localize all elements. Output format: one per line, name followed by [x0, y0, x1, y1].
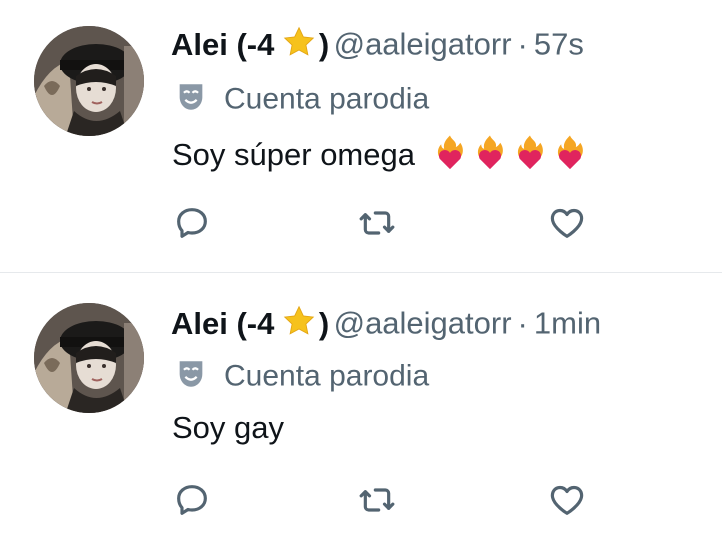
retweet-icon[interactable]	[357, 488, 397, 524]
user-handle[interactable]: @aaleigatorr	[334, 306, 512, 341]
separator: ·	[517, 26, 528, 62]
reply-icon[interactable]	[172, 485, 212, 524]
emoji-group	[432, 134, 592, 180]
tweet-header: Alei (-4 ) @aaleigatorr · 57s	[171, 24, 584, 68]
account-label: Cuenta parodia	[224, 82, 430, 116]
like-button[interactable]	[547, 203, 587, 243]
display-name[interactable]: Alei (-4	[171, 306, 274, 342]
timestamp[interactable]: 1min	[534, 306, 601, 341]
display-name[interactable]: Alei (-4	[171, 27, 274, 63]
reply-button[interactable]	[172, 203, 212, 243]
heart-on-fire-icon	[552, 134, 588, 180]
tweet-feed: Alei (-4 ) @aaleigatorr · 57s Cuenta parod…	[0, 0, 722, 550]
parody-label: Cuenta parodia	[174, 80, 429, 116]
reply-icon[interactable]	[172, 208, 212, 247]
like-button[interactable]	[547, 480, 587, 520]
tweet-header: Alei (-4 ) @aaleigatorr · 1min	[171, 303, 601, 347]
tweet[interactable]: Alei (-4 ) @aaleigatorr · 1min Cuenta paro…	[0, 273, 722, 550]
retweet-button[interactable]	[357, 480, 397, 520]
tweet-body: Soy gay	[172, 410, 285, 445]
parody-label: Cuenta parodia	[174, 357, 429, 393]
avatar[interactable]	[34, 303, 144, 413]
star-emoji-icon	[281, 303, 317, 344]
star-emoji-icon	[281, 24, 317, 65]
heart-icon[interactable]	[547, 208, 587, 247]
retweet-button[interactable]	[357, 203, 397, 243]
user-handle[interactable]: @aaleigatorr	[334, 27, 512, 62]
heart-icon[interactable]	[547, 485, 587, 524]
tweet-actions	[172, 480, 592, 520]
heart-on-fire-icon	[512, 134, 548, 180]
avatar[interactable]	[34, 26, 144, 136]
display-name-close: )	[318, 26, 330, 62]
parody-mask-icon	[174, 80, 208, 119]
timestamp[interactable]: 57s	[534, 27, 584, 62]
parody-mask-icon	[174, 357, 208, 396]
heart-on-fire-icon	[432, 134, 468, 180]
reply-button[interactable]	[172, 480, 212, 520]
account-label: Cuenta parodia	[224, 359, 430, 393]
tweet-actions	[172, 203, 592, 243]
separator: ·	[517, 305, 528, 341]
heart-on-fire-icon	[472, 134, 508, 180]
tweet-text: Soy súper omega	[172, 134, 592, 180]
display-name-close: )	[318, 305, 330, 341]
tweet-body: Soy súper omega	[172, 137, 415, 173]
retweet-icon[interactable]	[357, 211, 397, 247]
tweet[interactable]: Alei (-4 ) @aaleigatorr · 57s Cuenta parod…	[0, 0, 722, 272]
tweet-text: Soy gay	[172, 410, 284, 446]
